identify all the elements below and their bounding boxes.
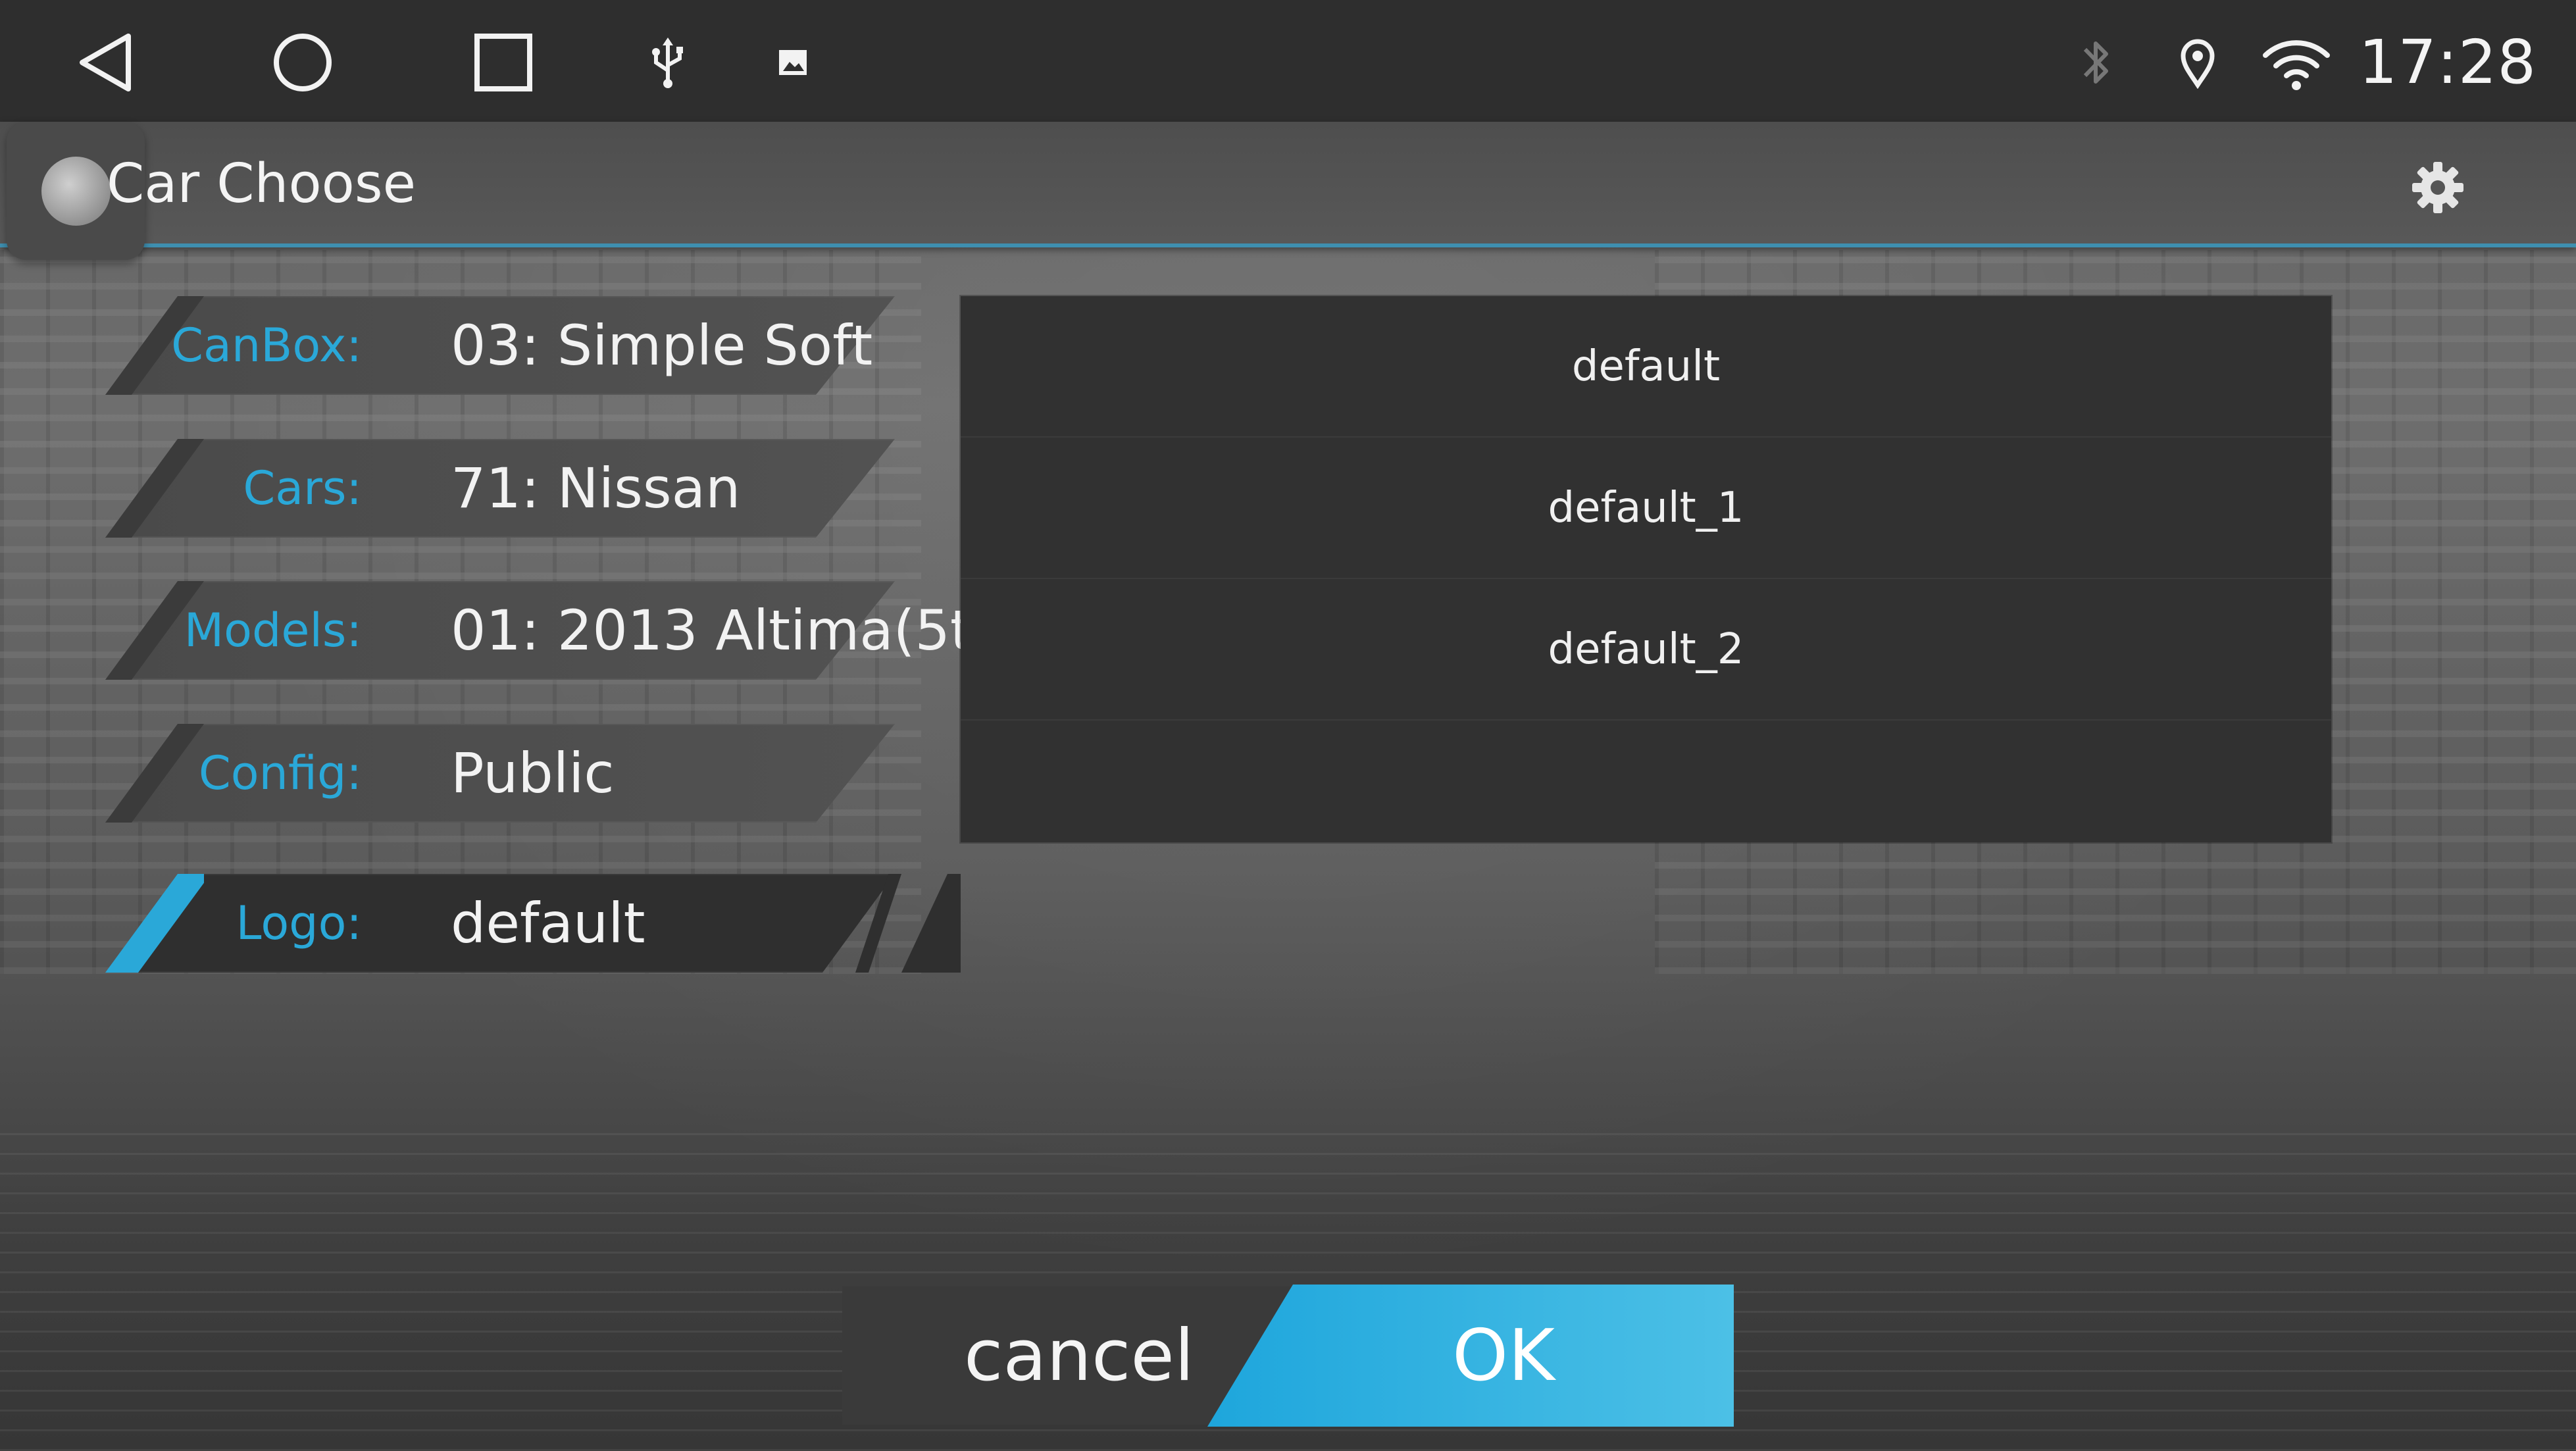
models-label: Models: (184, 603, 362, 657)
cars-label: Cars: (243, 461, 362, 515)
status-bar: 17:28 (0, 0, 2576, 122)
gear-icon (2412, 162, 2463, 213)
canbox-label: CanBox: (171, 318, 362, 372)
settings-button[interactable] (2398, 151, 2477, 224)
logo-option-list[interactable]: default default_1 default_2 (961, 296, 2331, 842)
config-value: Public (451, 741, 615, 805)
logo-value: default (451, 891, 645, 955)
image-icon (779, 50, 807, 75)
wifi-icon (2263, 40, 2330, 90)
bluetooth-status (2059, 26, 2132, 99)
list-item[interactable]: default_2 (961, 579, 2331, 721)
location-icon (2181, 39, 2215, 89)
ok-button[interactable]: OK (1207, 1285, 1734, 1427)
floating-ball-icon (41, 156, 111, 226)
logo-label: Logo: (236, 896, 362, 950)
usb-notification (632, 26, 704, 99)
logo-row[interactable]: Logo: default (105, 874, 961, 973)
status-clock: 17:28 (2358, 27, 2537, 97)
home-button[interactable] (253, 16, 352, 109)
title-bar: Car Choose (0, 122, 2576, 260)
list-item[interactable]: default (961, 296, 2331, 438)
recents-icon (474, 34, 532, 91)
page-title: Car Choose (107, 153, 417, 215)
bluetooth-icon (2083, 41, 2108, 84)
config-label: Config: (198, 746, 362, 800)
back-button[interactable] (56, 16, 155, 109)
cars-value: 71: Nissan (451, 456, 741, 521)
row-selected-tail (829, 874, 961, 973)
models-value: 01: 2013 Altima(5t... (451, 598, 1024, 663)
cars-row[interactable]: Cars: 71: Nissan (105, 439, 895, 538)
location-status (2161, 26, 2234, 99)
models-row[interactable]: Models: 01: 2013 Altima(5t... (105, 581, 1024, 680)
home-icon (274, 34, 332, 91)
back-icon (80, 34, 131, 91)
car-choose-screen: 17:28 Car Choose CanBox: 03: Simple Soft… (0, 0, 2576, 1451)
wifi-status (2260, 26, 2333, 99)
config-row[interactable]: Config: Public (105, 724, 895, 823)
canbox-row[interactable]: CanBox: 03: Simple Soft (105, 296, 895, 395)
usb-icon (652, 38, 683, 88)
canbox-value: 03: Simple Soft (451, 313, 873, 378)
recents-button[interactable] (454, 16, 553, 109)
image-notification (757, 26, 829, 99)
list-item[interactable]: default_1 (961, 438, 2331, 579)
